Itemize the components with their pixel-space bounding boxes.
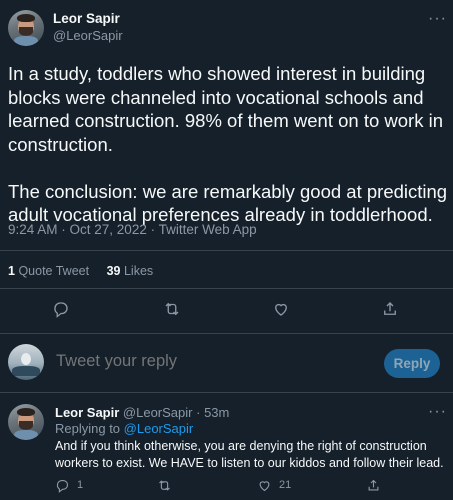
tweet-meta[interactable]: 9:24 AM · Oct 27, 2022 · Twitter Web App (8, 222, 257, 237)
reply-share-button[interactable] (366, 476, 381, 494)
tweet-stats: 1 Quote Tweet 39 Likes (8, 264, 167, 278)
share-icon (368, 479, 379, 490)
divider (0, 392, 453, 393)
reply-retweet-button[interactable] (157, 476, 172, 494)
reply-like-button[interactable]: 21 (257, 476, 291, 494)
share-icon[interactable] (381, 300, 403, 322)
reply-time[interactable]: · 53m (196, 405, 229, 420)
reply-author-avatar[interactable] (8, 404, 44, 440)
quote-tweet-stat[interactable]: 1 Quote Tweet (8, 264, 89, 278)
likes-stat[interactable]: 39 Likes (107, 264, 154, 278)
replying-to-link[interactable]: @LeorSapir (124, 421, 194, 436)
tweet-text: In a study, toddlers who showed interest… (8, 62, 448, 227)
more-dots-icon[interactable]: ··· (428, 10, 447, 28)
retweet-icon[interactable] (163, 300, 185, 322)
divider (0, 333, 453, 334)
reply-composer: Reply (0, 337, 453, 389)
divider (0, 288, 453, 289)
reply-header: Leor Sapir @LeorSapir · 53m (55, 405, 229, 420)
author-handle[interactable]: @LeorSapir (53, 28, 123, 43)
reply-comment-count: 1 (77, 479, 84, 491)
divider (0, 250, 453, 251)
reply-comment-button[interactable]: 1 (55, 476, 83, 494)
author-avatar[interactable] (8, 10, 44, 46)
tweet-paragraph-2: The conclusion: we are remarkably good a… (8, 180, 448, 226)
reply-author-name[interactable]: Leor Sapir (55, 405, 119, 420)
reply-like-count: 21 (279, 479, 292, 491)
retweet-icon (159, 479, 170, 491)
more-dots-icon[interactable]: ··· (428, 403, 447, 421)
current-user-avatar[interactable] (8, 344, 44, 380)
comment-icon (56, 479, 69, 493)
reply-author-handle[interactable]: @LeorSapir (123, 405, 193, 420)
tweet-action-bar (0, 300, 453, 322)
heart-icon (259, 480, 270, 491)
heart-icon[interactable] (272, 300, 294, 322)
replying-to: Replying to @LeorSapir (55, 421, 194, 436)
reply-input[interactable] (56, 352, 356, 371)
comment-icon[interactable] (52, 300, 74, 322)
reply-action-bar: 1 21 (0, 476, 453, 494)
tweet-paragraph-1: In a study, toddlers who showed interest… (8, 63, 443, 155)
author-name[interactable]: Leor Sapir (53, 11, 120, 26)
reply-text: And if you think otherwise, you are deny… (55, 439, 444, 470)
reply-button[interactable]: Reply (384, 349, 440, 378)
